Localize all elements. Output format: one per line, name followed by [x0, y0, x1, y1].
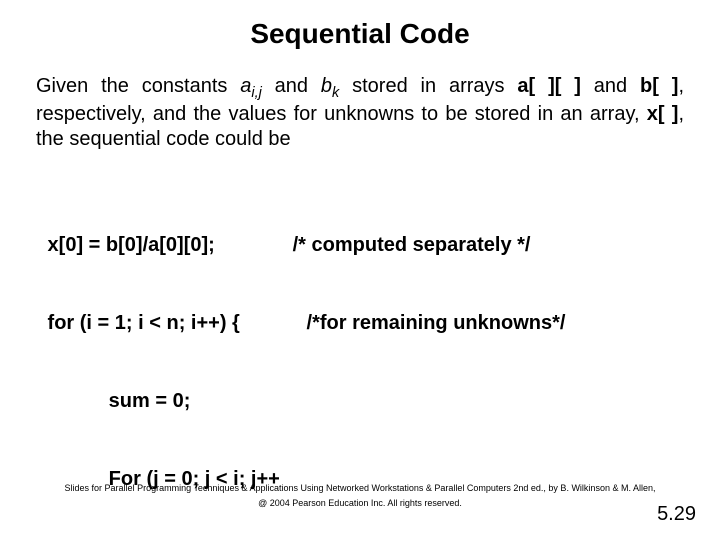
- array-b: b[ ]: [640, 75, 678, 97]
- slide: Sequential Code Given the constants ai,j…: [0, 0, 720, 540]
- intro-paragraph: Given the constants ai,j and bk stored i…: [36, 74, 684, 152]
- code-line: sum = 0;: [42, 388, 684, 414]
- footer: Slides for Parallel Programming Techniqu…: [0, 481, 720, 510]
- code-comment: /* computed separately */: [293, 232, 531, 258]
- page-number: 5.29: [657, 503, 696, 526]
- slide-title: Sequential Code: [36, 18, 684, 50]
- code-line: x[0] = b[0]/a[0][0]; /* computed separat…: [42, 232, 684, 258]
- code-line: for (i = 1; i < n; i++) { /*for remainin…: [42, 310, 684, 336]
- var-a: a: [240, 75, 251, 97]
- footer-line2: @ 2004 Pearson Education Inc. All rights…: [0, 496, 720, 510]
- text: Given the constants: [36, 75, 240, 97]
- text: stored in arrays: [339, 75, 517, 97]
- code-text: x[0] = b[0]/a[0][0];: [42, 232, 293, 258]
- code-comment: /*for remaining unknowns*/: [307, 310, 566, 336]
- array-x: x[ ]: [647, 103, 679, 125]
- text: and: [581, 75, 640, 97]
- var-b: b: [321, 75, 332, 97]
- text: and: [262, 75, 321, 97]
- code-text: for (i = 1; i < n; i++) {: [42, 310, 307, 336]
- array-a: a[ ][ ]: [517, 75, 581, 97]
- footer-line1: Slides for Parallel Programming Techniqu…: [0, 481, 720, 495]
- sub-ij: i,j: [251, 85, 261, 101]
